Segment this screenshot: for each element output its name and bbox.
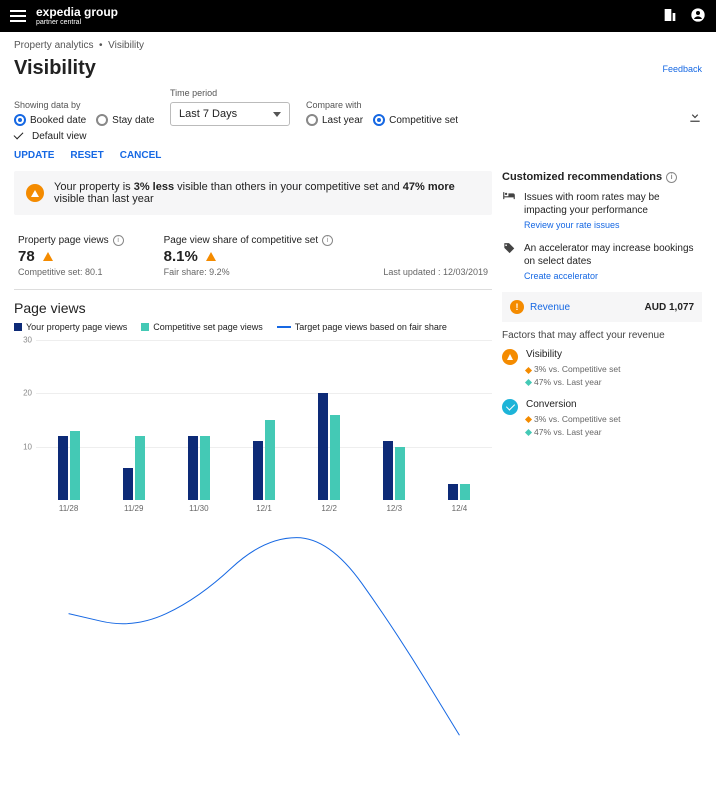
feedback-link[interactable]: Feedback (662, 64, 702, 74)
bar[interactable] (188, 436, 198, 500)
time-period-value: Last 7 Days (179, 108, 237, 120)
warning-icon (206, 252, 216, 261)
tag-icon (502, 242, 516, 254)
bar[interactable] (135, 436, 145, 500)
bar[interactable] (448, 484, 458, 500)
info-icon[interactable]: i (322, 235, 333, 246)
info-icon[interactable]: i (113, 235, 124, 246)
recommendations-title: Customized recommendations (502, 171, 662, 183)
radio-booked-date[interactable]: Booked date (14, 114, 86, 126)
time-period-dropdown[interactable]: Last 7 Days (170, 102, 290, 126)
chevron-down-icon (273, 112, 281, 117)
revenue-amount: AUD 1,077 (645, 302, 694, 313)
recommendation-item: An accelerator may increase bookings on … (502, 242, 702, 283)
review-rate-issues-link[interactable]: Review your rate issues (524, 220, 702, 232)
bar[interactable] (383, 441, 393, 500)
cancel-button[interactable]: CANCEL (120, 150, 162, 161)
warning-icon (43, 252, 53, 261)
showing-data-label: Showing data by (14, 100, 164, 110)
time-period-label: Time period (170, 88, 290, 98)
last-updated: Last updated : 12/03/2019 (383, 267, 488, 277)
warning-icon (26, 184, 44, 202)
breadcrumb: Property analytics • Visibility (0, 32, 716, 55)
page-title: Visibility (14, 57, 96, 80)
brand-sub: partner central (36, 19, 118, 26)
bar[interactable] (330, 415, 340, 500)
factor-visibility: Visibility 3% vs. Competitive set 47% vs… (502, 349, 702, 389)
update-button[interactable]: UPDATE (14, 150, 54, 161)
warning-icon (502, 349, 518, 365)
download-icon[interactable] (688, 109, 702, 126)
factors-title: Factors that may affect your revenue (502, 330, 702, 341)
menu-icon[interactable] (10, 10, 26, 22)
radio-last-year[interactable]: Last year (306, 114, 363, 126)
metric-page-views: Property page viewsi 78 Competitive set:… (18, 235, 124, 277)
visibility-banner: Your property is 3% less visible than ot… (14, 171, 492, 215)
info-icon[interactable]: i (666, 172, 677, 183)
factor-conversion: Conversion 3% vs. Competitive set 47% vs… (502, 399, 702, 439)
compare-with-label: Compare with (306, 100, 458, 110)
breadcrumb-current: Visibility (108, 40, 144, 51)
filter-bar: Showing data by Booked date Stay date Ti… (0, 88, 716, 130)
recommendation-item: Issues with room rates may be impacting … (502, 191, 702, 232)
chart-title: Page views (14, 300, 492, 316)
create-accelerator-link[interactable]: Create accelerator (524, 271, 702, 283)
warning-icon: ! (510, 300, 524, 314)
bar[interactable] (460, 484, 470, 500)
account-icon[interactable] (690, 7, 706, 26)
bar[interactable] (70, 431, 80, 500)
radio-stay-date[interactable]: Stay date (96, 114, 154, 126)
chart-legend: Your property page views Competitive set… (14, 322, 492, 332)
bed-icon (502, 191, 516, 203)
bar[interactable] (265, 420, 275, 500)
bar[interactable] (58, 436, 68, 500)
check-icon (502, 399, 518, 415)
brand-main: expedia group (36, 6, 118, 18)
revenue-label: Revenue (530, 302, 570, 313)
bar[interactable] (318, 393, 328, 500)
reset-button[interactable]: RESET (70, 150, 103, 161)
brand-logo: expedia group partner central (36, 6, 118, 26)
page-views-chart: 102030 11/2811/2911/3012/112/212/312/4 (14, 340, 492, 520)
top-bar: expedia group partner central (0, 0, 716, 32)
radio-competitive-set[interactable]: Competitive set (373, 114, 458, 126)
breadcrumb-parent[interactable]: Property analytics (14, 40, 93, 51)
bar[interactable] (123, 468, 133, 500)
bar[interactable] (395, 447, 405, 500)
building-icon[interactable] (662, 7, 678, 26)
bar[interactable] (200, 436, 210, 500)
revenue-box[interactable]: ! Revenue AUD 1,077 (502, 292, 702, 322)
bar[interactable] (253, 441, 263, 500)
default-view-label: Default view (32, 131, 86, 142)
metric-share: Page view share of competitive seti 8.1%… (164, 235, 334, 277)
check-icon (14, 130, 26, 142)
banner-text: Your property is 3% less visible than ot… (54, 181, 480, 205)
